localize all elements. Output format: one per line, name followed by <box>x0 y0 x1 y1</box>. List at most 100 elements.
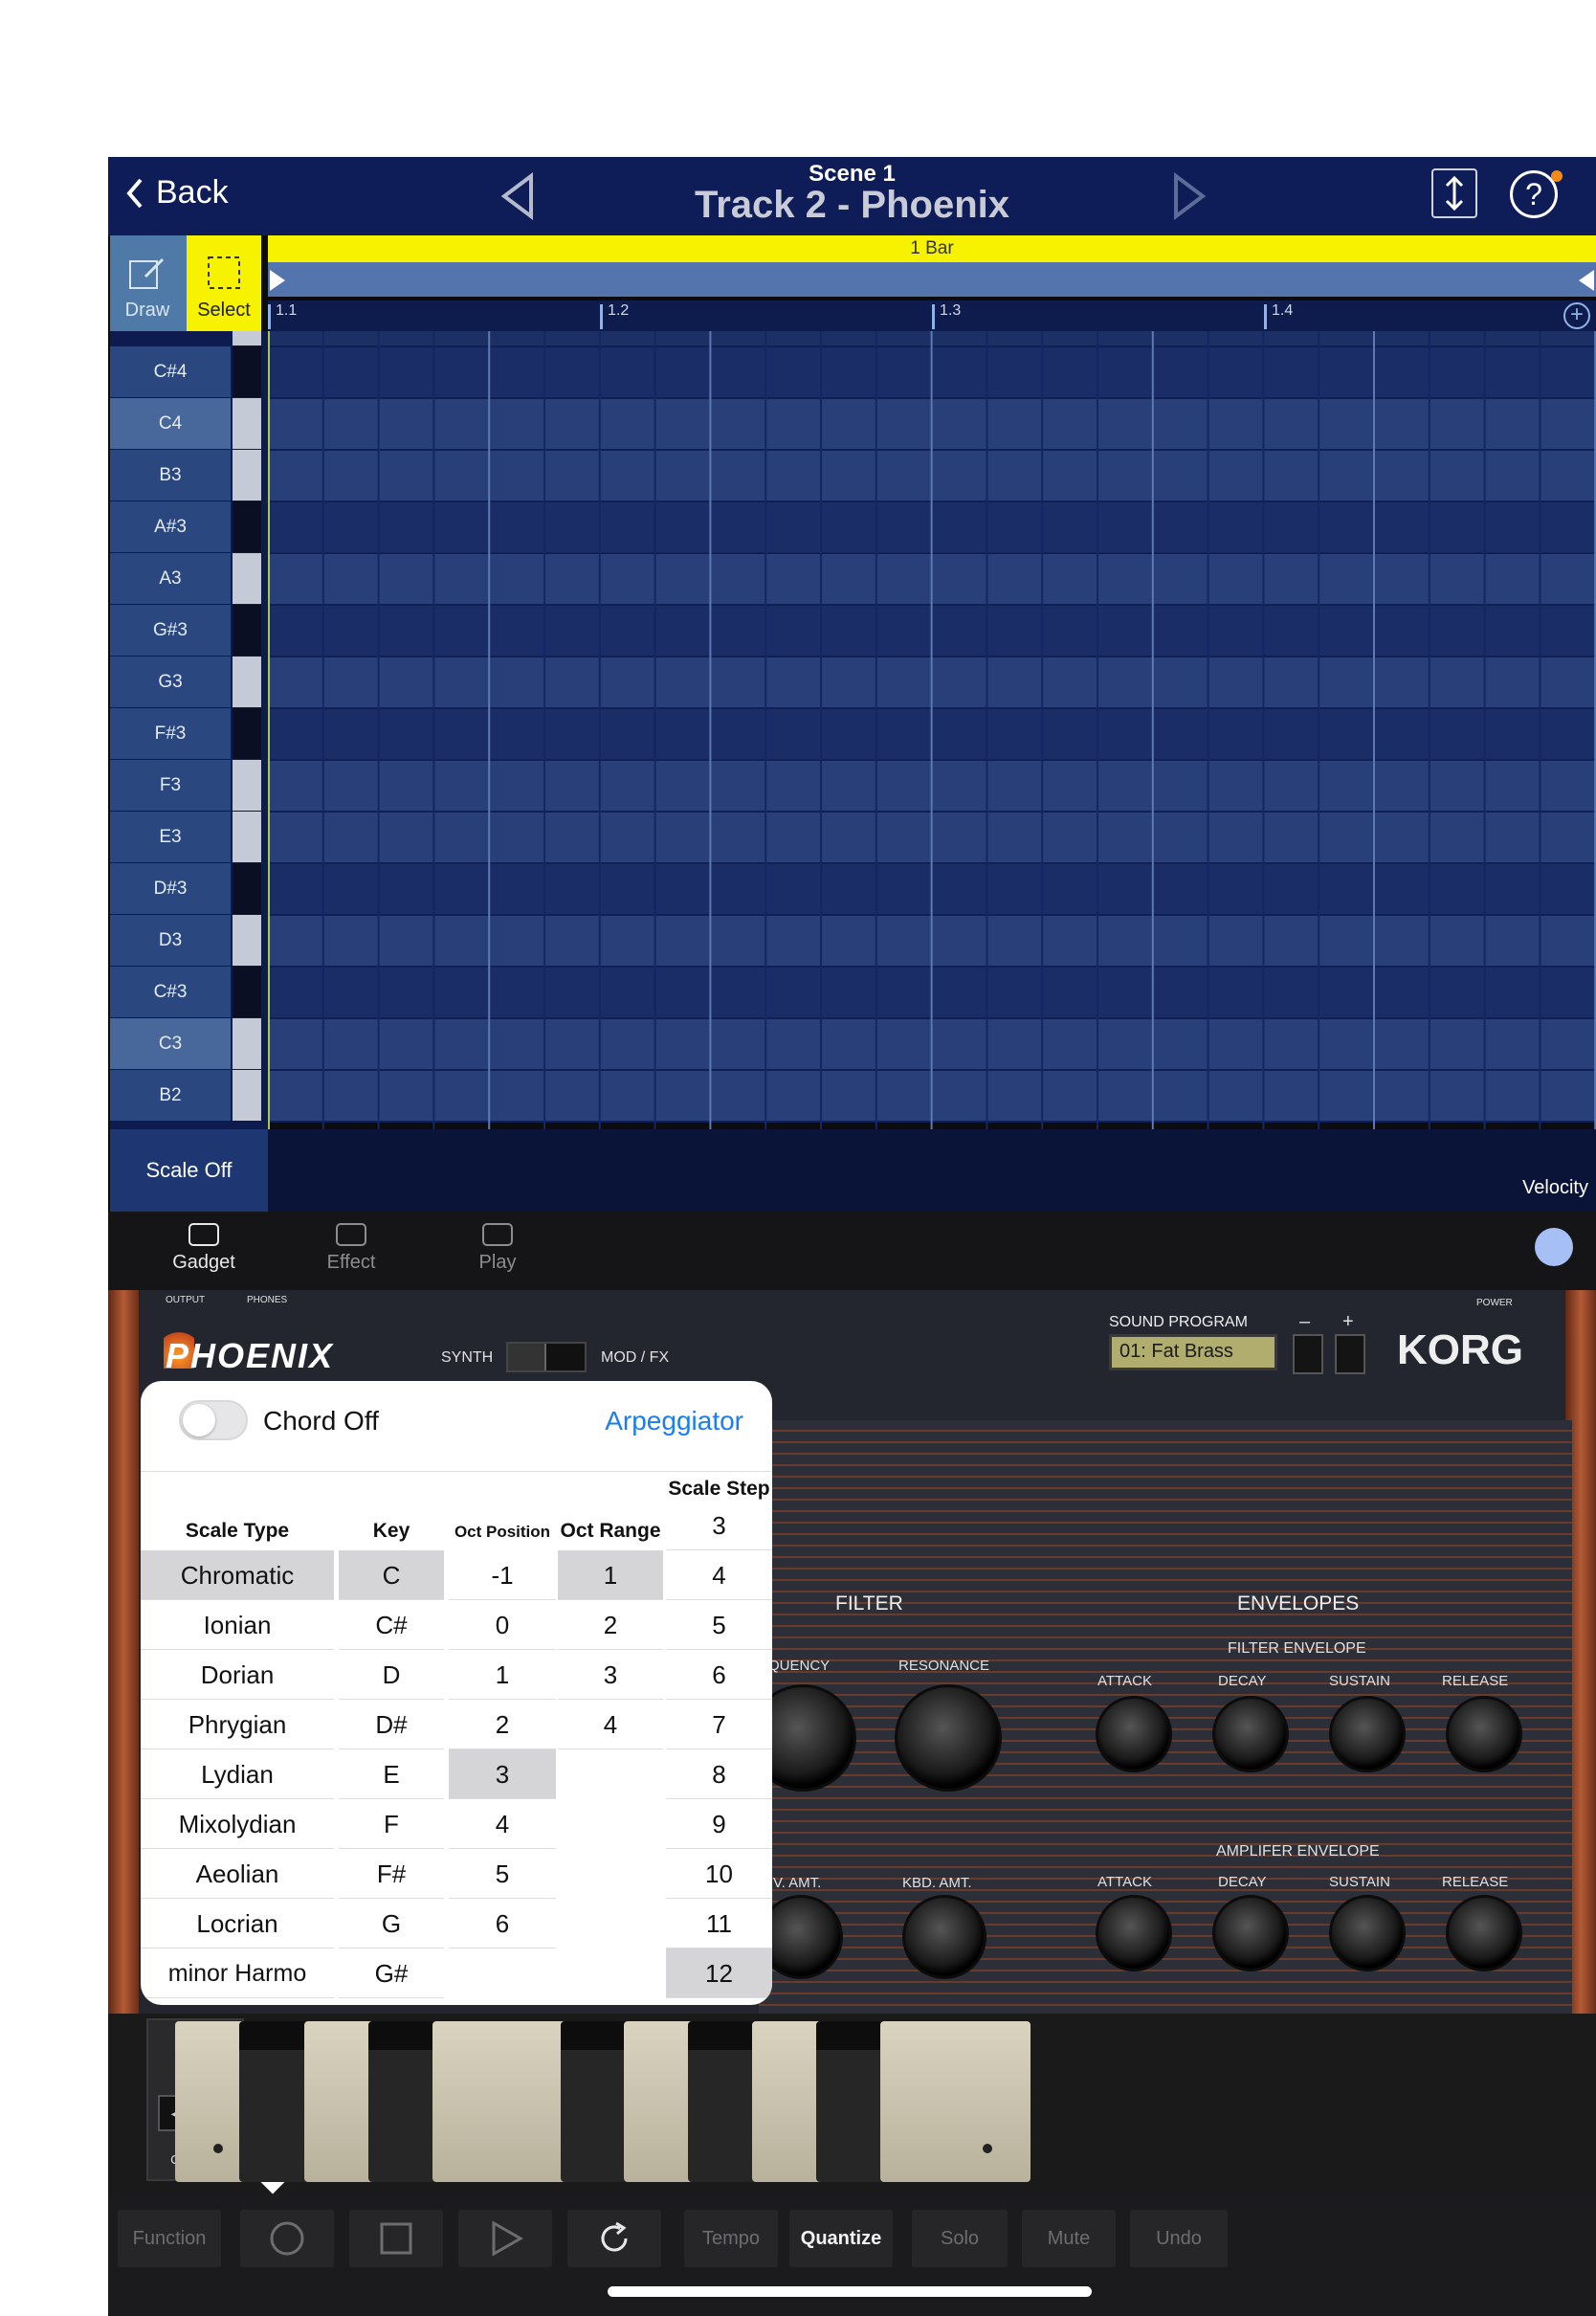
piano-key[interactable] <box>233 605 261 656</box>
note-grid[interactable] <box>268 331 1596 1145</box>
piano-key[interactable] <box>233 967 261 1017</box>
tab-play[interactable]: Play <box>440 1223 555 1274</box>
oct-range-option[interactable]: 1 <box>558 1550 663 1600</box>
scale-step-option[interactable]: 8 <box>666 1749 772 1799</box>
loop-end-handle-icon[interactable] <box>1577 270 1596 291</box>
key-row[interactable]: B3 <box>110 450 261 501</box>
piano-key[interactable] <box>233 501 261 552</box>
scale-step-option[interactable]: 12 <box>666 1949 772 1998</box>
piano-key[interactable] <box>233 915 261 966</box>
piano-key[interactable] <box>233 1018 261 1069</box>
key-option[interactable]: C# <box>339 1600 444 1650</box>
key-row[interactable]: F#3 <box>110 708 261 760</box>
program-display[interactable]: 01: Fat Brass <box>1109 1334 1277 1370</box>
timeline-ruler[interactable]: 1.1 1.2 1.3 1.4 + <box>268 301 1596 331</box>
scale-off-button[interactable]: Scale Off <box>110 1129 268 1212</box>
select-tool-button[interactable]: Select <box>187 235 261 331</box>
next-track-icon[interactable] <box>1164 172 1212 220</box>
key-row[interactable]: E3 <box>110 812 261 863</box>
loop-start-handle-icon[interactable] <box>268 270 287 291</box>
oct-position-option[interactable]: 2 <box>449 1700 556 1749</box>
key-row[interactable]: F3 <box>110 760 261 812</box>
piano-key[interactable] <box>233 760 261 811</box>
key-row[interactable]: C#3 <box>110 967 261 1018</box>
piano-key[interactable] <box>233 708 261 759</box>
key-row[interactable]: C4 <box>110 398 261 450</box>
previous-track-icon[interactable] <box>495 172 543 220</box>
key-row[interactable]: C#4 <box>110 346 261 398</box>
add-bar-icon[interactable]: + <box>1563 302 1590 329</box>
key-row[interactable]: D3 <box>110 915 261 967</box>
key-option[interactable]: F <box>339 1799 444 1849</box>
arpeggiator-link[interactable]: Arpeggiator <box>605 1406 743 1436</box>
scale-type-option[interactable]: minor Harmo <box>141 1949 334 1998</box>
key-row[interactable]: B2 <box>110 1070 261 1122</box>
piano-key[interactable] <box>233 812 261 862</box>
keyboard-pad[interactable] <box>944 2021 1031 2182</box>
velocity-lane[interactable] <box>268 1129 1596 1212</box>
scale-step-option[interactable]: 7 <box>666 1700 772 1749</box>
scale-step-option[interactable]: 5 <box>666 1600 772 1650</box>
loop-length-label[interactable]: 1 Bar <box>268 235 1596 262</box>
oct-position-option[interactable]: 4 <box>449 1799 556 1849</box>
piano-key[interactable] <box>233 450 261 501</box>
oct-position-option[interactable]: 1 <box>449 1650 556 1700</box>
oct-position-option[interactable]: 6 <box>449 1899 556 1949</box>
key-option[interactable]: F# <box>339 1849 444 1899</box>
key-option[interactable]: C <box>339 1550 444 1600</box>
scale-step-option[interactable]: 10 <box>666 1849 772 1899</box>
scale-type-option[interactable]: Ionian <box>141 1600 334 1650</box>
scale-type-option[interactable]: Dorian <box>141 1650 334 1700</box>
piano-key[interactable] <box>233 346 261 397</box>
synth-mode-switch[interactable] <box>506 1342 587 1372</box>
filter-sustain-knob[interactable] <box>1329 1696 1406 1772</box>
expand-button[interactable] <box>1431 168 1477 218</box>
undo-button[interactable]: Undo <box>1130 2210 1228 2267</box>
scale-step-option[interactable]: 9 <box>666 1799 772 1849</box>
loop-range-bar[interactable] <box>268 262 1596 297</box>
amp-attack-knob[interactable] <box>1096 1895 1172 1971</box>
kbd-amount-knob[interactable] <box>902 1895 986 1979</box>
scale-step-option[interactable]: 11 <box>666 1899 772 1949</box>
key-row[interactable]: C3 <box>110 1018 261 1070</box>
piano-key[interactable] <box>233 657 261 707</box>
amp-sustain-knob[interactable] <box>1329 1895 1406 1971</box>
piano-key[interactable] <box>233 1070 261 1121</box>
oct-position-option[interactable]: -1 <box>449 1550 556 1600</box>
oct-position-option[interactable]: 0 <box>449 1600 556 1650</box>
piano-key[interactable] <box>233 553 261 604</box>
key-row[interactable]: A3 <box>110 553 261 605</box>
scale-type-option[interactable]: Lydian <box>141 1749 334 1799</box>
program-up-button[interactable] <box>1335 1334 1365 1374</box>
record-button[interactable] <box>240 2210 334 2267</box>
scale-step-option[interactable]: 3 <box>666 1501 772 1550</box>
solo-button[interactable]: Solo <box>912 2210 1008 2267</box>
key-option[interactable]: G# <box>339 1949 444 1998</box>
scale-type-option[interactable]: Phrygian <box>141 1700 334 1749</box>
scale-type-option[interactable]: Mixolydian <box>141 1799 334 1849</box>
loop-button[interactable] <box>567 2210 661 2267</box>
scale-type-option[interactable]: Aeolian <box>141 1849 334 1899</box>
filter-attack-knob[interactable] <box>1096 1696 1172 1772</box>
stop-button[interactable] <box>349 2210 443 2267</box>
key-row[interactable]: G#3 <box>110 605 261 657</box>
draw-tool-button[interactable]: Draw <box>110 235 185 331</box>
key-option[interactable]: E <box>339 1749 444 1799</box>
scale-type-option[interactable]: Chromatic <box>141 1550 334 1600</box>
key-row[interactable]: A#3 <box>110 501 261 553</box>
key-row[interactable]: G3 <box>110 657 261 708</box>
key-row[interactable]: D#3 <box>110 863 261 915</box>
piano-key[interactable] <box>233 398 261 449</box>
oct-range-option[interactable]: 3 <box>558 1650 663 1700</box>
tempo-button[interactable]: Tempo <box>684 2210 778 2267</box>
mute-button[interactable]: Mute <box>1022 2210 1116 2267</box>
amp-decay-knob[interactable] <box>1212 1895 1289 1971</box>
key-option[interactable]: G <box>339 1899 444 1949</box>
status-indicator[interactable] <box>1535 1228 1573 1266</box>
tab-gadget[interactable]: Gadget <box>146 1223 261 1274</box>
key-option[interactable]: D# <box>339 1700 444 1749</box>
scale-type-option[interactable]: Locrian <box>141 1899 334 1949</box>
key-option[interactable]: D <box>339 1650 444 1700</box>
play-button[interactable] <box>458 2210 552 2267</box>
home-indicator[interactable] <box>608 2286 1092 2297</box>
